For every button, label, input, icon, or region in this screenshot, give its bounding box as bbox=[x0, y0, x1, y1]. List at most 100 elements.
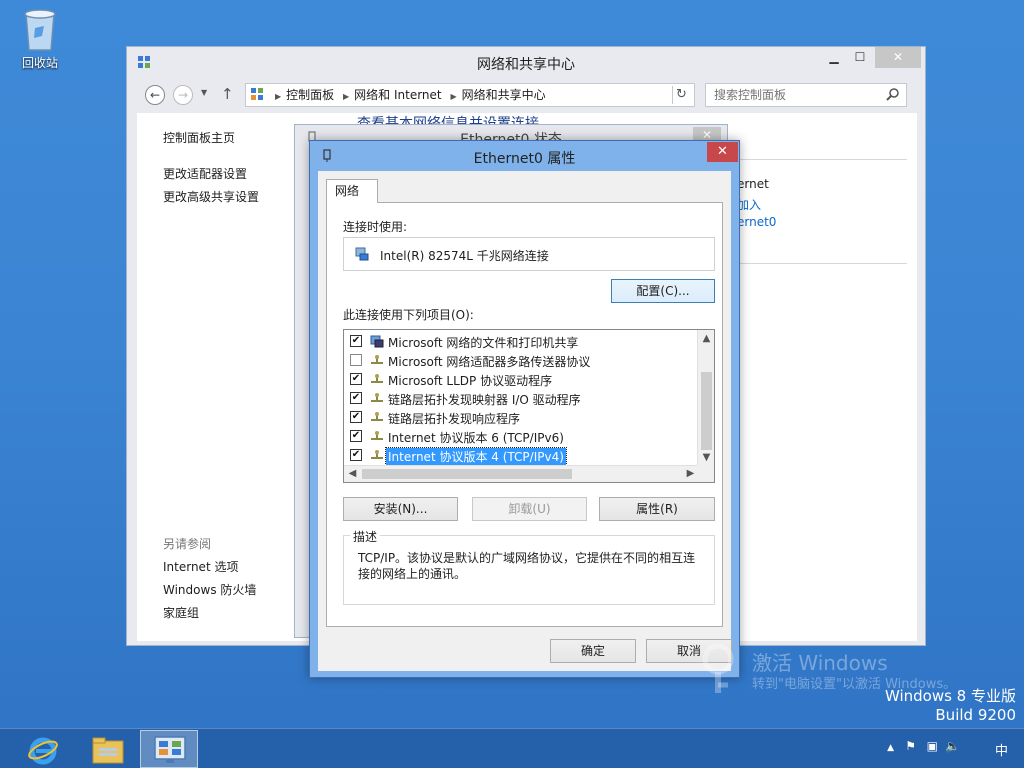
protocol-icon bbox=[371, 393, 383, 402]
component-label: Microsoft 网络的文件和打印机共享 bbox=[388, 336, 579, 350]
recent-locations-icon[interactable]: ▼ bbox=[201, 88, 207, 97]
volume-icon[interactable]: 🔈 bbox=[945, 739, 960, 753]
component-checkbox[interactable]: ✔ bbox=[350, 411, 362, 423]
homegroup-join-link[interactable]: 加入 bbox=[737, 196, 761, 213]
description-text: TCP/IP。该协议是默认的广域网络协议，它提供在不同的相互连接的网络上的通讯。 bbox=[358, 551, 696, 581]
windows-edition: Windows 8 专业版 bbox=[884, 687, 1016, 705]
chevron-right-icon: ▶ bbox=[450, 92, 457, 101]
list-item[interactable]: ✔ Internet 协议版本 4 (TCP/IPv4) bbox=[348, 446, 693, 466]
component-label: 链路层拓扑发现映射器 I/O 驱动程序 bbox=[388, 393, 581, 407]
component-label: Internet 协议版本 6 (TCP/IPv6) bbox=[388, 431, 564, 445]
list-item[interactable]: ✔ Microsoft LLDP 协议驱动程序 bbox=[348, 370, 693, 389]
back-button[interactable]: ← bbox=[145, 85, 165, 105]
connection-link[interactable]: ernet0 bbox=[737, 215, 776, 229]
dialog-title: Ethernet0 属性 bbox=[473, 151, 576, 167]
properties-button[interactable]: 属性(R) bbox=[599, 497, 715, 521]
protocol-icon bbox=[371, 374, 383, 383]
recycle-bin[interactable]: 回收站 bbox=[14, 6, 66, 71]
taskbar-control-panel[interactable] bbox=[140, 730, 198, 768]
component-checkbox[interactable]: ✔ bbox=[350, 373, 362, 385]
list-item[interactable]: ✔ 链路层拓扑发现响应程序 bbox=[348, 408, 693, 427]
taskbar-internet-explorer[interactable] bbox=[14, 730, 72, 768]
nsc-titlebar[interactable]: 网络和共享中心 ▁ ☐ ✕ bbox=[127, 47, 925, 77]
file-explorer-icon bbox=[92, 737, 124, 764]
minimize-button[interactable]: ▁ bbox=[821, 47, 847, 68]
sidebar-item-adapter-settings[interactable]: 更改适配器设置 bbox=[163, 165, 247, 182]
close-button[interactable]: ✕ bbox=[707, 142, 738, 162]
breadcrumb[interactable]: ▶控制面板 ▶网络和 Internet ▶网络和共享中心 ▼ bbox=[245, 83, 695, 107]
recycle-bin-icon bbox=[24, 9, 56, 51]
maximize-button[interactable]: ☐ bbox=[847, 47, 873, 68]
printer-share-icon bbox=[370, 335, 384, 348]
close-button[interactable]: ✕ bbox=[875, 47, 921, 68]
protocol-icon bbox=[371, 355, 383, 364]
sidebar-item-home[interactable]: 控制面板主页 bbox=[163, 129, 235, 146]
scroll-up-icon[interactable]: ▲ bbox=[698, 330, 714, 347]
components-list[interactable]: ✔ Microsoft 网络的文件和打印机共享 Microsoft 网络适配器多路传… bbox=[343, 329, 715, 483]
adapter-name: Intel(R) 82574L 千兆网络连接 bbox=[380, 249, 549, 263]
component-checkbox[interactable]: ✔ bbox=[350, 335, 362, 347]
tab-network[interactable]: 网络 bbox=[326, 179, 378, 203]
up-arrow-icon[interactable]: ↑ bbox=[221, 85, 234, 103]
scroll-thumb[interactable] bbox=[362, 469, 572, 479]
network-status-icon[interactable]: ▣ bbox=[927, 739, 938, 753]
search-box[interactable] bbox=[705, 83, 907, 107]
horizontal-scrollbar[interactable]: ◀ ▶ bbox=[344, 465, 699, 482]
install-button[interactable]: 安装(N)... bbox=[343, 497, 458, 521]
network-card-icon bbox=[355, 247, 369, 261]
forward-button[interactable]: → bbox=[173, 85, 193, 105]
show-hidden-icons-icon[interactable]: ▲ bbox=[887, 743, 894, 753]
list-item[interactable]: ✔ Microsoft 网络的文件和打印机共享 bbox=[348, 332, 693, 351]
component-checkbox[interactable] bbox=[350, 354, 362, 366]
sidebar-item-homegroup[interactable]: 家庭组 bbox=[163, 604, 199, 621]
see-also-heading: 另请参阅 bbox=[163, 537, 212, 551]
items-label: 此连接使用下列项目(O): bbox=[343, 308, 474, 322]
action-center-flag-icon[interactable]: ⚑ bbox=[905, 739, 916, 753]
description-title: 描述 bbox=[350, 528, 381, 545]
breadcrumb-control-panel[interactable]: 控制面板 bbox=[286, 88, 334, 102]
scroll-down-icon[interactable]: ▼ bbox=[698, 449, 714, 466]
taskbar-file-explorer[interactable] bbox=[78, 730, 136, 768]
sidebar-item-advanced-sharing[interactable]: 更改高级共享设置 bbox=[163, 188, 259, 205]
scroll-thumb[interactable] bbox=[701, 372, 712, 450]
adapter-field: Intel(R) 82574L 千兆网络连接 bbox=[343, 237, 715, 271]
search-icon[interactable] bbox=[886, 87, 900, 101]
description-group: 描述 TCP/IP。该协议是默认的广域网络协议，它提供在不同的相互连接的网络上的… bbox=[343, 528, 715, 605]
scroll-left-icon[interactable]: ◀ bbox=[344, 466, 361, 482]
search-input[interactable] bbox=[714, 88, 874, 102]
key-icon bbox=[702, 643, 734, 693]
nsc-title: 网络和共享中心 bbox=[477, 57, 575, 73]
uninstall-button[interactable]: 卸载(U) bbox=[472, 497, 587, 521]
chevron-right-icon: ▶ bbox=[275, 92, 282, 101]
ime-indicator[interactable]: 中 bbox=[995, 740, 1008, 759]
list-item[interactable]: ✔ Internet 协议版本 6 (TCP/IPv6) bbox=[348, 427, 693, 446]
sidebar-item-internet-options[interactable]: Internet 选项 bbox=[163, 558, 238, 575]
vertical-scrollbar[interactable]: ▲ ▼ bbox=[697, 330, 714, 466]
protocol-icon bbox=[371, 450, 383, 459]
component-label: Microsoft LLDP 协议驱动程序 bbox=[388, 374, 553, 388]
breadcrumb-network-center[interactable]: 网络和共享中心 bbox=[462, 88, 546, 102]
ethernet-properties-dialog: Ethernet0 属性 ✕ 网络 连接时使用: Intel(R) 82574L… bbox=[309, 140, 740, 678]
address-toolbar: ← → ▼ ↑ ▶控制面板 ▶网络和 Internet ▶网络和共享中心 ▼ ↻ bbox=[137, 82, 917, 110]
control-panel-icon bbox=[154, 736, 186, 763]
refresh-icon[interactable]: ↻ bbox=[672, 86, 690, 104]
nsc-sidebar: 控制面板主页 更改适配器设置 更改高级共享设置 另请参阅 Internet 选项… bbox=[137, 113, 295, 641]
activation-watermark: 激活 Windows 转到"电脑设置"以激活 Windows。 Windows … bbox=[700, 643, 1020, 728]
component-checkbox[interactable]: ✔ bbox=[350, 392, 362, 404]
breadcrumb-network-internet[interactable]: 网络和 Internet bbox=[354, 88, 441, 102]
chevron-right-icon: ▶ bbox=[343, 92, 350, 101]
component-checkbox[interactable]: ✔ bbox=[350, 449, 362, 461]
protocol-icon bbox=[371, 431, 383, 440]
list-item[interactable]: ✔ 链路层拓扑发现映射器 I/O 驱动程序 bbox=[348, 389, 693, 408]
list-item[interactable]: Microsoft 网络适配器多路传送器协议 bbox=[348, 351, 693, 370]
internet-explorer-icon bbox=[28, 737, 58, 765]
dialog-titlebar[interactable]: Ethernet0 属性 ✕ bbox=[310, 141, 739, 171]
component-checkbox[interactable]: ✔ bbox=[350, 430, 362, 442]
activate-title: 激活 Windows bbox=[752, 651, 888, 675]
ok-button[interactable]: 确定 bbox=[550, 639, 636, 663]
configure-button[interactable]: 配置(C)... bbox=[611, 279, 715, 303]
taskbar: ▲ ⚑ ▣ 🔈 中 bbox=[0, 728, 1024, 768]
sidebar-item-firewall[interactable]: Windows 防火墙 bbox=[163, 581, 256, 598]
component-label: Internet 协议版本 4 (TCP/IPv4) bbox=[385, 447, 567, 466]
protocol-icon bbox=[371, 412, 383, 421]
